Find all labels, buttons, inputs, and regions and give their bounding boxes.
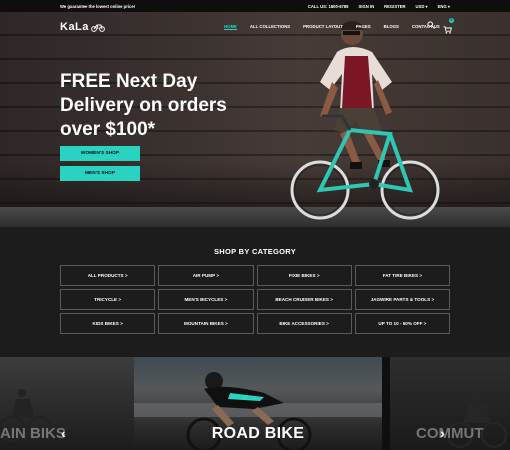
slide-main-title: ROAD BIKE <box>211 425 305 442</box>
category-air-pump[interactable]: AIR PUMP > <box>158 265 254 286</box>
cart-icon <box>443 26 452 34</box>
slide-right-title: COMMUT <box>416 425 484 442</box>
nav-home[interactable]: HOME <box>224 24 237 29</box>
language-label: ENG <box>437 3 447 9</box>
section-title: SHOP BY CATEGORY <box>213 247 297 256</box>
cart-button[interactable]: 0 <box>443 18 454 39</box>
top-bar-links: CALL US: 1800-6789 SIGN IN REGISTER USD … <box>308 4 450 9</box>
chevron-down-icon: ▾ <box>447 3 450 9</box>
bike-logo-icon <box>91 24 105 32</box>
category-carousel: AIN BIKS ROAD BIKE COMMUT ‹ › <box>0 357 510 450</box>
call-label: CALL US: <box>307 3 328 9</box>
currency-select[interactable]: USD ▾ <box>416 4 428 9</box>
hero-banner: FREE Next Day Delivery on orders over $1… <box>0 12 510 227</box>
category-fixie-bikes[interactable]: FIXIE BIKES > <box>256 265 352 286</box>
category-all-products[interactable]: ALL PRODUCTS > <box>60 265 156 286</box>
currency-label: USD <box>415 3 425 9</box>
category-grid: ALL PRODUCTS > AIR PUMP > FIXIE BIKES > … <box>60 265 450 334</box>
category-jagwire-parts-tools[interactable]: JAGWIRE PARTS & TOOLS > <box>354 289 450 310</box>
page: We guarantee the lowest online price! CA… <box>0 0 510 450</box>
logo-text: KaLa <box>60 21 89 33</box>
nav-blogs[interactable]: BLOGS <box>384 24 399 29</box>
cyclist-image <box>290 21 440 220</box>
category-tricycle[interactable]: TRICYCLE > <box>60 289 156 310</box>
phone-number[interactable]: 1800-6789 <box>328 4 348 9</box>
category-bike-accessories[interactable]: BIKE ACCESSORIES > <box>256 313 352 334</box>
carousel-prev-arrow[interactable]: ‹ <box>61 425 66 441</box>
hero-headline: FREE Next Day Delivery on orders over $1… <box>60 71 227 140</box>
nav-all-collections[interactable]: ALL COLLECTIONS <box>250 24 290 29</box>
header-icons: 0 <box>427 18 454 39</box>
call-us: CALL US: 1800-6789 <box>308 4 349 9</box>
category-beach-cruiser-bikes[interactable]: BEACH CRUISER BIKES > <box>256 289 352 310</box>
carousel-next-arrow[interactable]: › <box>440 425 445 441</box>
top-bar: We guarantee the lowest online price! CA… <box>0 0 510 12</box>
shop-by-category-section: SHOP BY CATEGORY ALL PRODUCTS > AIR PUMP… <box>0 227 510 357</box>
category-mens-bicycles[interactable]: MEN'S BICYCLES > <box>158 289 254 310</box>
search-icon[interactable] <box>427 21 435 29</box>
category-sale[interactable]: UP TO 10 - 50% OFF > <box>354 313 450 334</box>
sign-in-link[interactable]: SIGN IN <box>359 4 375 9</box>
slide-left-title: AIN BIKS <box>0 425 66 442</box>
category-kids-bikes[interactable]: KIDS BIKES > <box>60 313 156 334</box>
nav-product-layout[interactable]: PRODUCT LAYOUT <box>303 24 343 29</box>
main-nav: HOME ALL COLLECTIONS PRODUCT LAYOUT PAGE… <box>224 24 440 29</box>
womens-shop-button[interactable]: WOMEN'S SHOP <box>60 146 140 161</box>
header: KaLa HOME ALL COLLECTIONS PRODUCT LAYOUT… <box>0 12 510 42</box>
promo-text: We guarantee the lowest online price! <box>60 3 136 9</box>
language-select[interactable]: ENG ▾ <box>438 4 450 9</box>
chevron-down-icon: ▾ <box>425 3 428 9</box>
register-link[interactable]: REGISTER <box>384 4 405 9</box>
mens-shop-button[interactable]: MEN'S SHOP <box>60 166 140 181</box>
category-mountain-bikes[interactable]: MOUNTAIN BIKES > <box>158 313 254 334</box>
nav-pages[interactable]: PAGES <box>356 24 371 29</box>
cart-count-badge: 0 <box>449 18 454 23</box>
logo[interactable]: KaLa <box>60 21 105 33</box>
category-fat-tire-bikes[interactable]: FAT TIRE BIKES > <box>354 265 450 286</box>
